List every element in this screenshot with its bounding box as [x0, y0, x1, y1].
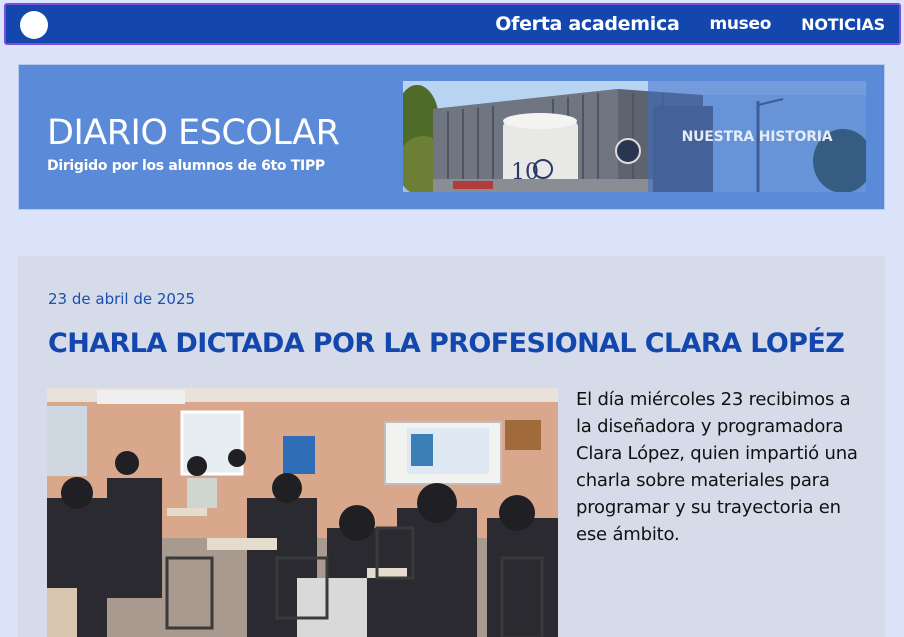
article-body: El día miércoles 23 recibimos a la diseñ… — [576, 389, 858, 545]
nav-link-museo[interactable]: museo — [709, 14, 771, 34]
article-date: 23 de abril de 2025 — [48, 290, 196, 308]
school-building-photo: 10 NUESTRA HISTORIA — [403, 81, 866, 192]
site-title: DIARIO ESCOLAR — [47, 113, 340, 153]
nav-links: Oferta academica museo NOTICIAS — [465, 5, 885, 43]
history-label: NUESTRA HISTORIA — [681, 128, 833, 145]
history-link[interactable]: NUESTRA HISTORIA — [648, 81, 866, 192]
article-photo[interactable] — [47, 388, 558, 637]
nav-link-oferta-academica[interactable]: Oferta academica — [495, 13, 679, 35]
site-subtitle: Dirigido por los alumnos de 6to TIPP — [47, 158, 325, 174]
nav-link-noticias[interactable]: NOTICIAS — [801, 15, 885, 34]
logo-icon[interactable] — [20, 11, 48, 39]
article-title[interactable]: CHARLA DICTADA POR LA PROFESIONAL CLARA … — [48, 328, 845, 359]
article-card: 23 de abril de 2025 CHARLA DICTADA POR L… — [18, 256, 885, 637]
header-banner: DIARIO ESCOLAR Dirigido por los alumnos … — [18, 64, 885, 210]
classroom-photo-icon — [47, 388, 558, 637]
top-navbar: Oferta academica museo NOTICIAS — [4, 3, 901, 45]
